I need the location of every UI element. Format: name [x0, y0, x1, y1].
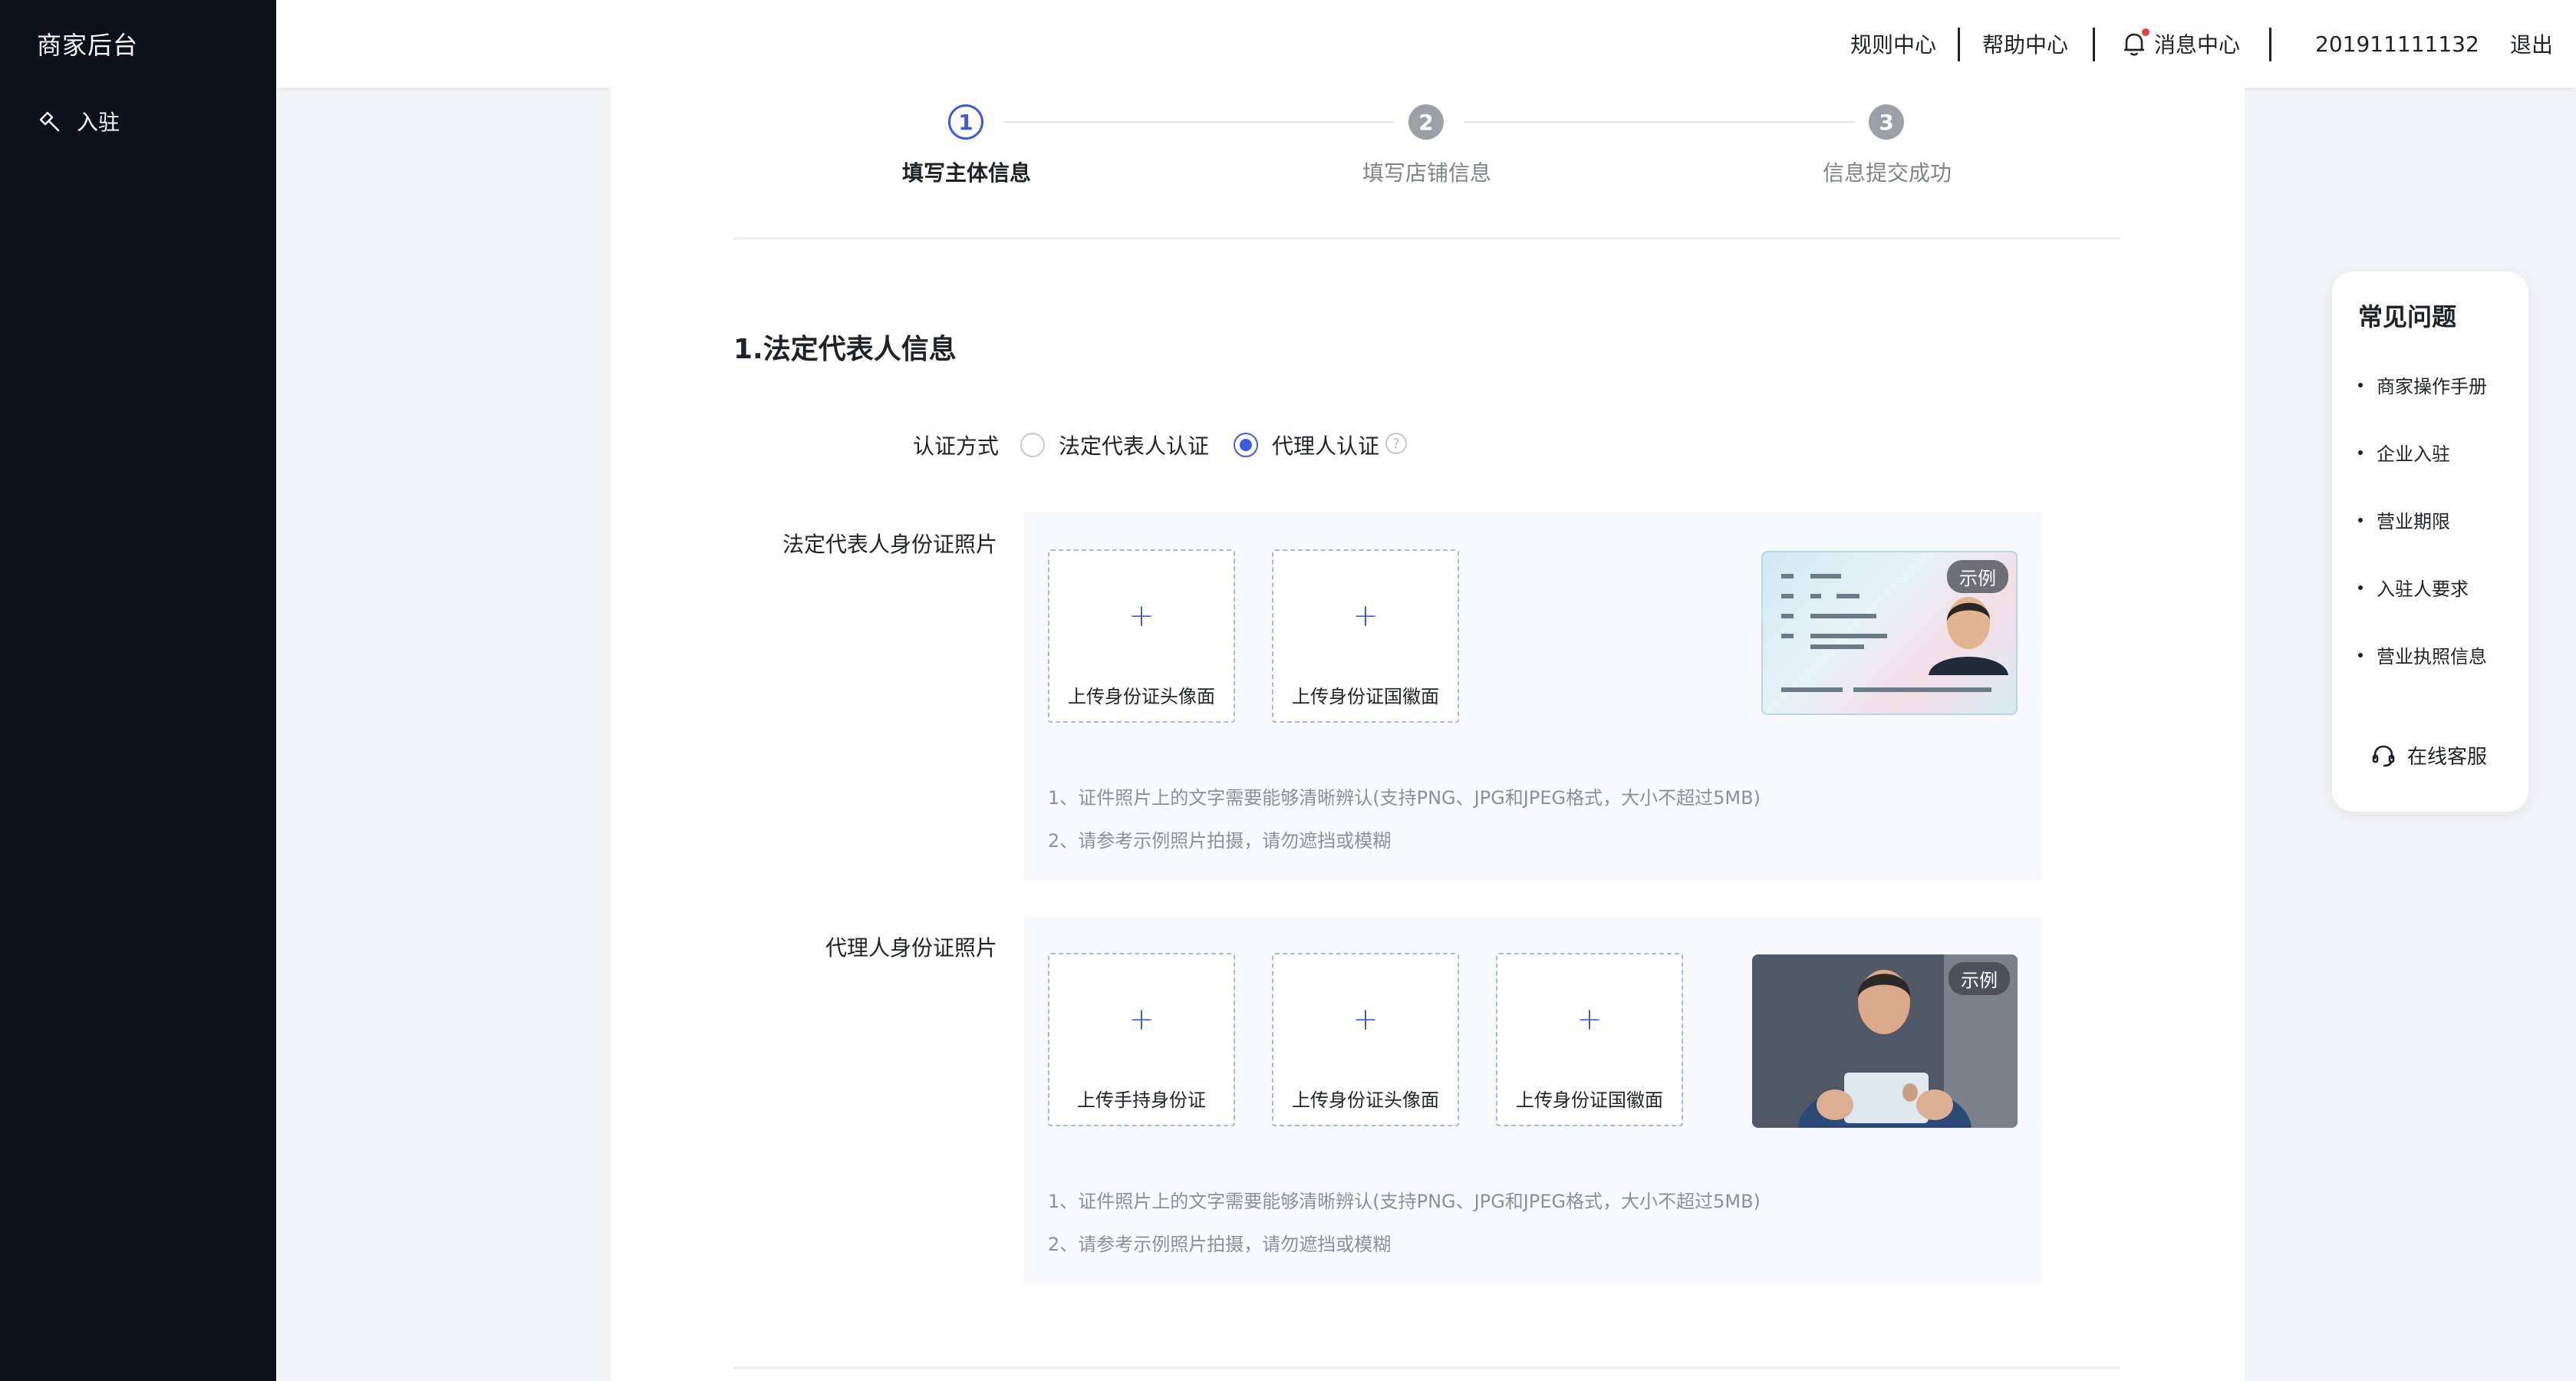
auth-method-label: 认证方式 [913, 433, 1000, 459]
hammer-icon [37, 108, 63, 134]
bullet [2358, 585, 2363, 590]
upload-id-back[interactable]: + 上传身份证国徽面 [1496, 953, 1683, 1126]
brand-title: 商家后台 [37, 31, 139, 60]
faq-title: 常见问题 [2358, 302, 2457, 331]
agent-id-label: 代理人身份证照片 [825, 935, 998, 961]
bullet [2358, 652, 2363, 658]
online-service-label: 在线客服 [2407, 746, 2488, 769]
upload-id-front[interactable]: + 上传身份证头像面 [1048, 549, 1235, 723]
faq-item-label: 企业入驻 [2377, 443, 2450, 465]
divider [733, 1367, 2120, 1369]
faq-item-requirements[interactable]: 入驻人要求 [2358, 574, 2469, 601]
plus-icon: + [1128, 1002, 1155, 1037]
sample-badge: 示例 [1948, 962, 2010, 995]
step-2-label: 填写店铺信息 [1362, 160, 1492, 186]
rules-center-link[interactable]: 规则中心 [1850, 0, 1936, 87]
radio-legal-rep[interactable]: 法定代表人认证 [1020, 430, 1209, 460]
faq-item-enterprise[interactable]: 企业入驻 [2358, 439, 2450, 466]
upload-caption: 上传身份证头像面 [1068, 686, 1215, 707]
upload-caption: 上传身份证头像面 [1292, 1089, 1439, 1111]
plus-icon: + [1352, 1002, 1379, 1037]
step-1-circle: 1 [948, 104, 983, 140]
help-center-link[interactable]: 帮助中心 [1982, 0, 2068, 87]
section-title: 1.法定代表人信息 [733, 334, 957, 365]
upload-caption: 上传手持身份证 [1077, 1089, 1206, 1111]
legal-id-panel: + 上传身份证头像面 + 上传身份证国徽面 示例 1、证件照片上的文字需要能够清… [1023, 513, 2042, 881]
header-divider [2093, 28, 2095, 61]
main-card: 1 2 3 填写主体信息 填写店铺信息 信息提交成功 1.法定代表人信息 认证方… [611, 87, 2245, 1381]
upload-caption: 上传身份证国徽面 [1292, 686, 1439, 707]
plus-icon: + [1352, 598, 1379, 634]
bullet [2358, 382, 2363, 387]
faq-item-label: 入驻人要求 [2377, 578, 2469, 600]
sidebar: 商家后台 入驻 [0, 0, 276, 1381]
help-icon[interactable]: ? [1385, 433, 1407, 454]
message-center-label: 消息中心 [2154, 32, 2241, 58]
plus-icon: + [1576, 1002, 1603, 1037]
step-3-circle: 3 [1869, 104, 1904, 140]
bullet [2358, 517, 2363, 522]
radio-label: 法定代表人认证 [1059, 433, 1210, 459]
step-connector [1464, 121, 1855, 123]
header-divider [1958, 28, 1960, 61]
radio-circle-selected [1234, 433, 1258, 457]
upload-caption: 上传身份证国徽面 [1516, 1089, 1663, 1111]
upload-id-front[interactable]: + 上传身份证头像面 [1272, 953, 1459, 1126]
bullet [2358, 450, 2363, 455]
upload-holding-id[interactable]: + 上传手持身份证 [1048, 953, 1235, 1126]
holding-id-sample-image: 示例 [1752, 954, 2018, 1128]
message-center-link[interactable]: 消息中心 [2119, 0, 2240, 87]
faq-item-label: 营业期限 [2377, 511, 2450, 532]
note-line-1: 1、证件照片上的文字需要能够清晰辨认(支持PNG、JPG和JPEG格式，大小不超… [1048, 1191, 1761, 1212]
radio-circle [1020, 433, 1045, 457]
online-service-button[interactable]: 在线客服 [2370, 741, 2487, 770]
faq-item-manual[interactable]: 商家操作手册 [2358, 371, 2487, 398]
note-line-2: 2、请参考示例照片拍摄，请勿遮挡或模糊 [1048, 1234, 1392, 1255]
faq-item-label: 营业执照信息 [2377, 646, 2487, 667]
radio-label: 代理人认证 [1272, 433, 1380, 459]
header-divider [2269, 28, 2271, 61]
step-3-label: 信息提交成功 [1822, 160, 1952, 186]
logout-link[interactable]: 退出 [2510, 0, 2553, 87]
note-line-2: 2、请参考示例照片拍摄，请勿遮挡或模糊 [1048, 830, 1392, 852]
legal-id-label: 法定代表人身份证照片 [782, 532, 998, 557]
note-line-1: 1、证件照片上的文字需要能够清晰辨认(支持PNG、JPG和JPEG格式，大小不超… [1048, 787, 1761, 809]
bell-icon [2119, 28, 2149, 59]
faq-item-term[interactable]: 营业期限 [2358, 506, 2450, 533]
account-name[interactable]: 201911111132 [2315, 0, 2479, 87]
sidebar-item-label: 入驻 [77, 110, 120, 135]
notification-dot [2142, 28, 2149, 36]
sample-badge: 示例 [1947, 560, 2008, 593]
top-header: 规则中心 帮助中心 消息中心 201911111132 退出 [276, 0, 2576, 87]
sidebar-item-settle[interactable]: 入驻 [37, 106, 120, 137]
step-connector [1003, 121, 1395, 123]
step-2-circle: 2 [1408, 104, 1444, 140]
plus-icon: + [1128, 598, 1155, 634]
upload-id-back[interactable]: + 上传身份证国徽面 [1272, 549, 1459, 723]
headset-icon [2370, 743, 2396, 769]
agent-id-panel: + 上传手持身份证 + 上传身份证头像面 + 上传身份证国徽面 示例 1、证件照… [1023, 916, 2042, 1284]
id-card-sample-image: 示例 [1761, 551, 2018, 715]
faq-item-license[interactable]: 营业执照信息 [2358, 641, 2487, 668]
faq-panel: 常见问题 商家操作手册 企业入驻 营业期限 入驻人要求 营业执照信息 在线客服 [2332, 272, 2528, 812]
divider [733, 238, 2120, 239]
faq-item-label: 商家操作手册 [2377, 376, 2487, 397]
step-1-label: 填写主体信息 [901, 160, 1032, 186]
radio-agent[interactable]: 代理人认证 [1234, 430, 1379, 460]
